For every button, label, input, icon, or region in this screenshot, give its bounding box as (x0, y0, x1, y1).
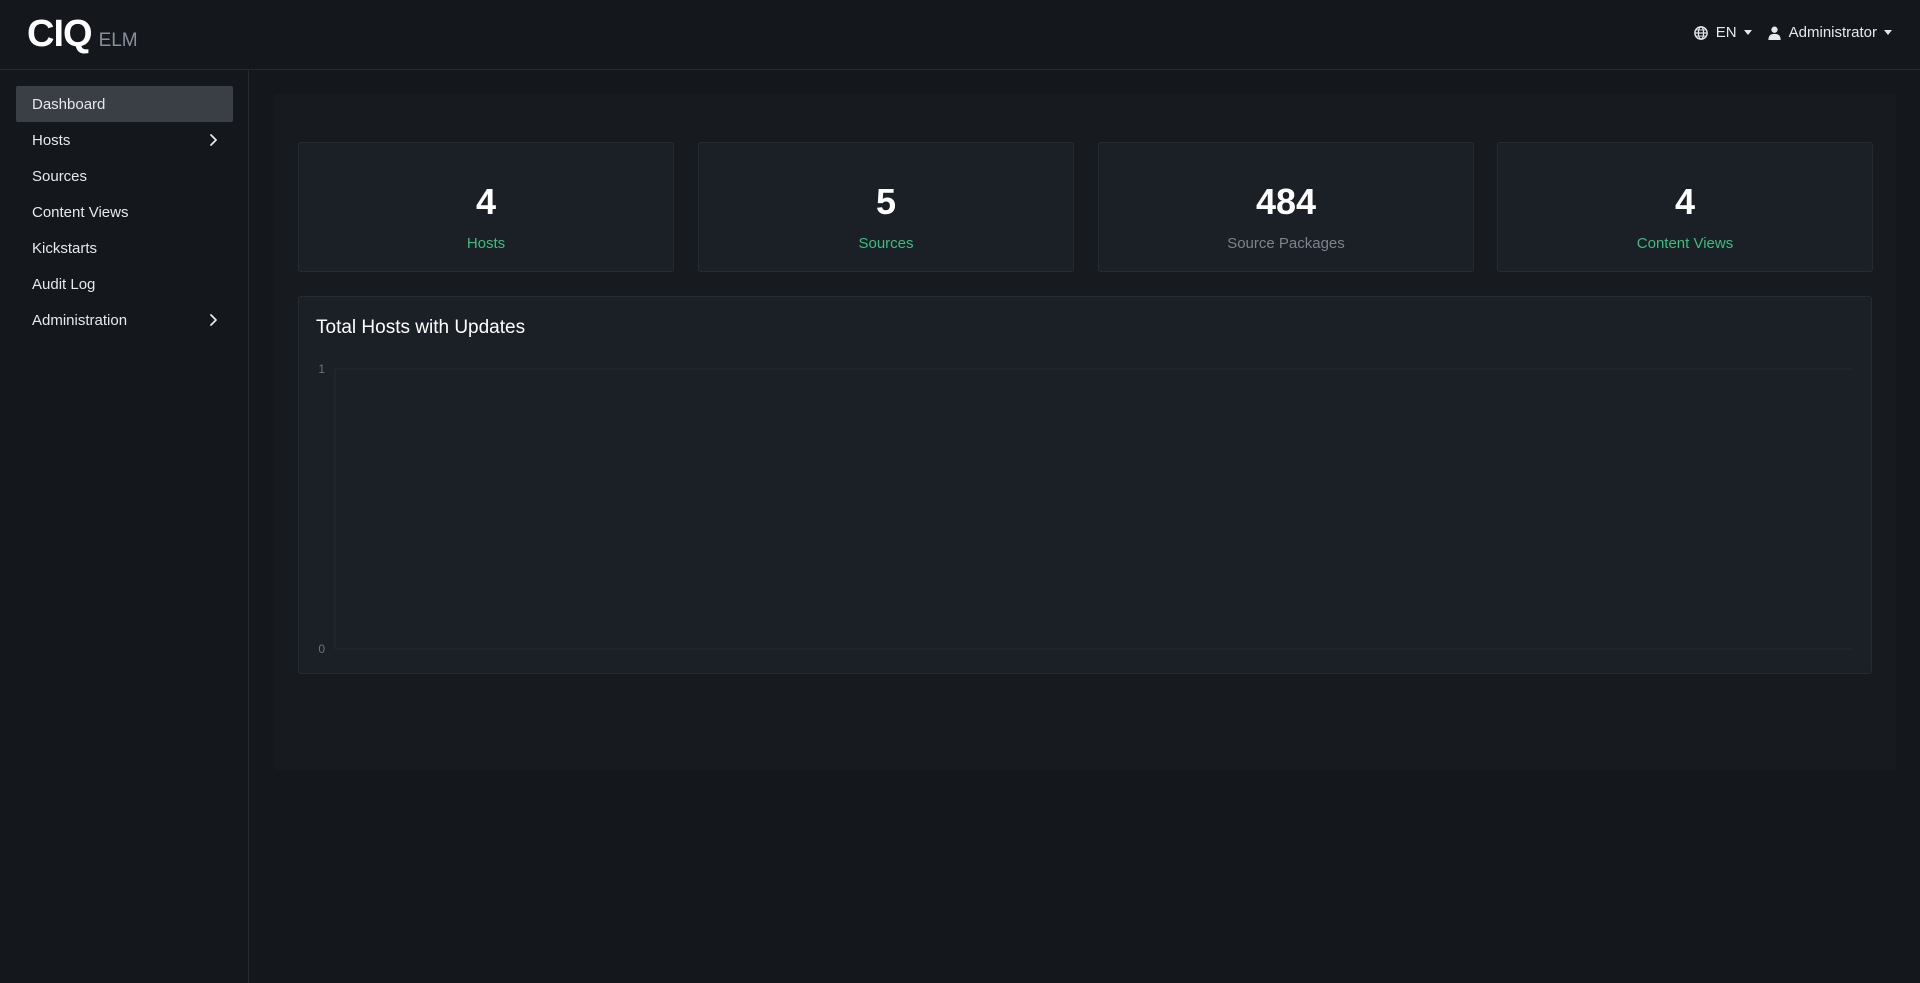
y-tick-label: 1 (318, 362, 325, 376)
top-right-controls: EN Administrator (1693, 24, 1892, 41)
stat-card-source-packages: 484 Source Packages (1098, 142, 1474, 272)
stat-card-content-views[interactable]: 4 Content Views (1497, 142, 1873, 272)
stat-value: 4 (1674, 181, 1696, 222)
caret-down-icon (1743, 30, 1752, 35)
chart-card-total-hosts-with-updates: Total Hosts with Updates 10 (298, 296, 1872, 674)
sidebar-item-label: Sources (32, 167, 88, 185)
stat-label-link[interactable]: Hosts (299, 235, 673, 252)
chevron-right-icon (210, 314, 217, 326)
sidebar-item-content-views[interactable]: Content Views (16, 194, 233, 230)
user-name: Administrator (1788, 24, 1877, 41)
logo-subtitle: ELM (98, 30, 138, 51)
logo-text: CIQ (27, 13, 93, 55)
sidebar-item-label: Dashboard (32, 95, 106, 113)
logo[interactable]: CIQ ELM (27, 14, 138, 54)
sidebar-item-sources[interactable]: Sources (16, 158, 233, 194)
stat-label-link[interactable]: Content Views (1498, 235, 1872, 252)
globe-icon (1693, 25, 1708, 40)
caret-down-icon (1884, 30, 1892, 35)
sidebar-item-administration[interactable]: Administration (16, 302, 233, 338)
sidebar-item-label: Content Views (32, 203, 129, 221)
stat-value: 5 (875, 181, 897, 222)
user-icon (1768, 26, 1781, 40)
sidebar-item-label: Audit Log (32, 275, 96, 293)
sidebar-item-label: Kickstarts (32, 239, 98, 257)
sidebar-nav: Dashboard Hosts Sources Content Views Ki… (16, 86, 233, 338)
stat-card-hosts[interactable]: 4 Hosts (298, 142, 674, 272)
sidebar-item-dashboard[interactable]: Dashboard (16, 86, 233, 122)
chart-plot: 10 (318, 362, 1853, 656)
top-bar: CIQ ELM EN Administrator (0, 0, 1920, 70)
stat-value: 4 (475, 181, 497, 222)
dashboard-panel: 4 Hosts 5 Sources 484 Source Packages 4 … (274, 94, 1896, 770)
stat-value: 484 (1255, 181, 1317, 222)
main-content: 4 Hosts 5 Sources 484 Source Packages 4 … (250, 70, 1920, 983)
sidebar: Dashboard Hosts Sources Content Views Ki… (0, 70, 249, 983)
language-label: EN (1715, 24, 1737, 41)
language-dropdown[interactable]: EN (1693, 24, 1752, 41)
stat-label: Source Packages (1227, 235, 1345, 252)
sidebar-item-label: Administration (32, 311, 128, 329)
chevron-right-icon (210, 134, 217, 146)
user-menu-dropdown[interactable]: Administrator (1768, 24, 1892, 41)
sidebar-item-label: Hosts (32, 131, 71, 149)
sidebar-item-audit-log[interactable]: Audit Log (16, 266, 233, 302)
sidebar-item-hosts[interactable]: Hosts (16, 122, 233, 158)
stat-card-sources[interactable]: 5 Sources (698, 142, 1074, 272)
sidebar-item-kickstarts[interactable]: Kickstarts (16, 230, 233, 266)
stat-label-link[interactable]: Sources (699, 235, 1073, 252)
y-tick-label: 0 (318, 642, 325, 656)
